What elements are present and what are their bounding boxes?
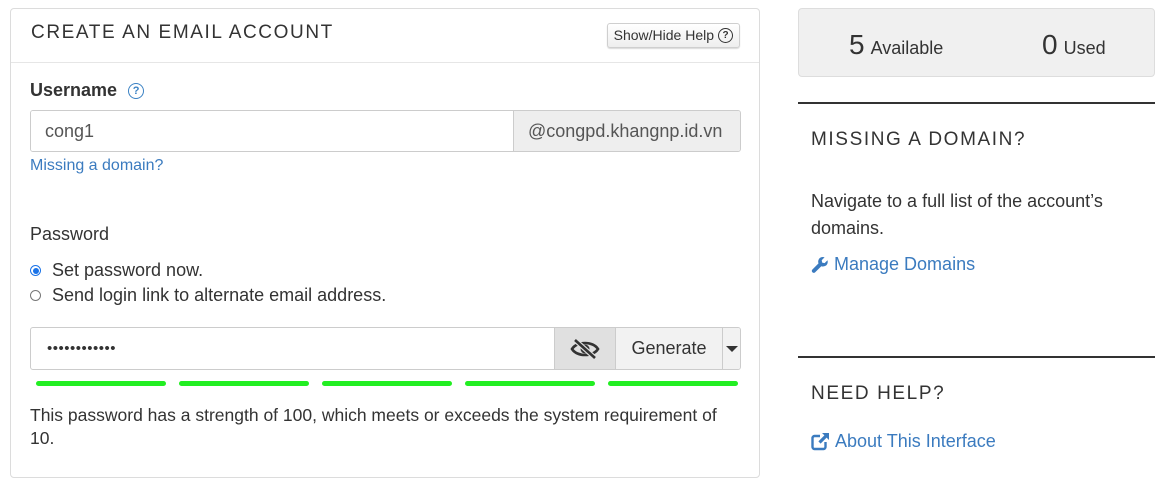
caret-down-icon (725, 345, 738, 352)
strength-bar (608, 381, 738, 386)
external-link-icon (811, 432, 830, 451)
manage-domains-link[interactable]: Manage Domains (811, 254, 975, 275)
username-label: Username ? (30, 80, 145, 101)
wrench-icon (811, 256, 828, 273)
username-help-icon[interactable]: ? (128, 83, 145, 99)
panel-header: CREATE AN EMAIL ACCOUNT Show/Hide Help ? (11, 9, 759, 63)
show-hide-help-button[interactable]: Show/Hide Help ? (606, 23, 740, 48)
password-field-group: •••••••••••• Generate (30, 327, 741, 370)
missing-domain-description: Navigate to a full list of the account’s… (811, 191, 1103, 238)
section-divider (798, 102, 1155, 104)
need-help-heading: NEED HELP? (811, 383, 946, 404)
radio-label-send-link: Send login link to alternate email addre… (52, 285, 387, 305)
missing-domain-heading: MISSING A DOMAIN? (811, 129, 1027, 150)
manage-domains-label: Manage Domains (834, 254, 976, 274)
toggle-visibility-button[interactable] (554, 328, 615, 369)
username-field-group: cong1 @congpd.khangnp.id.vn (30, 110, 741, 152)
about-interface-label: About This Interface (835, 431, 996, 451)
available-stat: 5 Available (849, 29, 943, 61)
password-strength-text: This password has a strength of 100, whi… (30, 405, 717, 448)
generate-options-dropdown[interactable] (722, 328, 740, 369)
available-count: 5 (849, 29, 865, 60)
eye-slash-icon (570, 337, 600, 360)
generate-password-button[interactable]: Generate (615, 328, 722, 369)
available-label: Available (870, 38, 944, 58)
about-interface-link[interactable]: About This Interface (811, 431, 996, 452)
question-circle-icon: ? (718, 28, 733, 43)
password-label: Password (30, 224, 110, 244)
username-input[interactable]: cong1 (31, 111, 513, 151)
radio-send-login-link[interactable]: Send login link to alternate email addre… (30, 285, 386, 306)
username-label-text: Username (30, 80, 118, 100)
domain-suffix: @congpd.khangnp.id.vn (513, 111, 740, 151)
password-input[interactable]: •••••••••••• (31, 328, 554, 369)
radio-button[interactable] (30, 290, 41, 301)
strength-bar (36, 381, 166, 386)
missing-domain-link[interactable]: Missing a domain? (30, 157, 163, 175)
strength-bar (322, 381, 452, 386)
used-stat: 0 Used (1042, 29, 1106, 61)
password-strength-meter (36, 381, 738, 386)
account-stats: 5 Available 0 Used (798, 8, 1155, 77)
radio-button-selected[interactable] (30, 265, 41, 276)
strength-bar (179, 381, 309, 386)
panel-title: CREATE AN EMAIL ACCOUNT (31, 22, 334, 43)
help-button-label: Show/Hide Help (613, 27, 714, 43)
used-label: Used (1063, 38, 1106, 58)
strength-bar (465, 381, 595, 386)
radio-label-set-password: Set password now. (52, 260, 204, 280)
radio-set-password-now[interactable]: Set password now. (30, 260, 203, 281)
section-divider (798, 356, 1155, 358)
used-count: 0 (1042, 29, 1058, 60)
